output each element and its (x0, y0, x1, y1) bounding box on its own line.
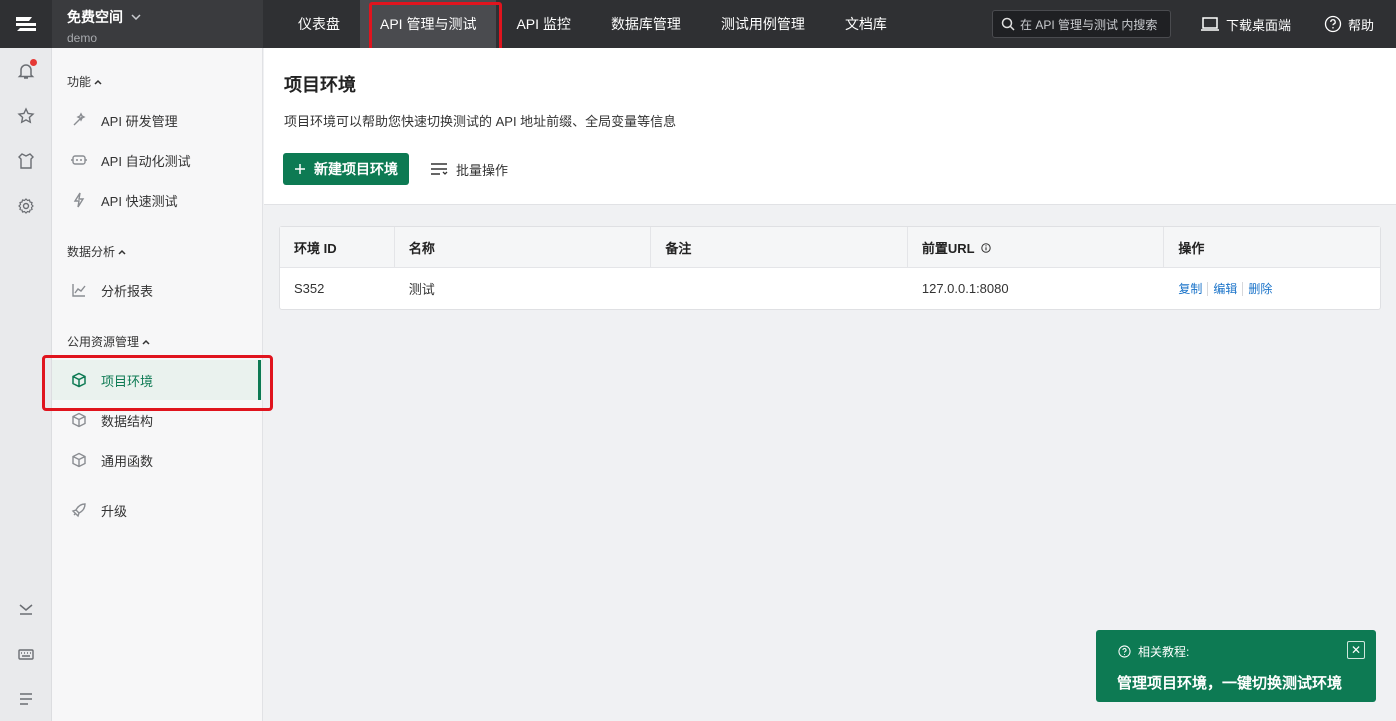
plus-icon (295, 164, 305, 174)
page-description: 项目环境可以帮助您快速切换测试的 API 地址前缀、全局变量等信息 (284, 114, 677, 129)
keyboard-icon[interactable] (13, 641, 39, 667)
nav-dashboard[interactable]: 仪表盘 (278, 0, 360, 48)
batch-operations-label: 批量操作 (456, 162, 509, 178)
sidebar-item-label: 项目环境 (101, 373, 154, 389)
robot-icon (70, 151, 88, 169)
help-icon (1324, 15, 1342, 33)
sidebar-item-api-dev[interactable]: API 研发管理 (52, 100, 263, 140)
page-header: 项目环境 项目环境可以帮助您快速切换测试的 API 地址前缀、全局变量等信息 新… (264, 48, 1396, 205)
lightning-icon (70, 191, 88, 209)
environments-table: 环境 ID 名称 备注 前置URL 操作 S352 测试 127.0.0.1:8… (279, 226, 1381, 310)
sidebar-item-upgrade[interactable]: 升级 (52, 490, 263, 530)
search-input[interactable]: 在 API 管理与测试 内搜索 (992, 10, 1171, 38)
rocket-icon (70, 501, 88, 519)
cube-icon (70, 411, 88, 429)
sidebar-item-label: 升级 (101, 503, 128, 519)
download-desktop-button[interactable]: 下载桌面端 (1200, 0, 1291, 48)
sidebar-item-label: API 自动化测试 (101, 153, 191, 169)
sidebar-item-functions[interactable]: 通用函数 (52, 440, 263, 480)
column-header-actions: 操作 (1178, 241, 1205, 256)
batch-operations-button[interactable]: 批量操作 (430, 153, 508, 185)
chevron-up-icon (142, 339, 150, 345)
table-row[interactable]: S352 测试 127.0.0.1:8080 复制 编辑 删除 (280, 268, 1380, 309)
toast-title: 管理项目环境，一键切换测试环境 (1117, 675, 1343, 692)
copy-link[interactable]: 复制 (1178, 280, 1202, 297)
sidebar-item-data-structure[interactable]: 数据结构 (52, 400, 263, 440)
nav-docs[interactable]: 文档库 (825, 0, 907, 48)
cell-note (651, 268, 908, 309)
edit-link[interactable]: 编辑 (1213, 280, 1237, 297)
cube-icon (70, 451, 88, 469)
workspace-name: 免费空间 (67, 9, 123, 25)
notification-bell-icon[interactable] (13, 58, 39, 84)
wand-icon (70, 111, 88, 129)
group-analytics[interactable]: 数据分析 (67, 243, 126, 260)
sidebar-item-reports[interactable]: 分析报表 (52, 270, 263, 310)
laptop-icon (1201, 17, 1219, 31)
top-bar: 免费空间 demo 仪表盘 API 管理与测试 API 监控 数据库管理 测试用… (52, 0, 1396, 52)
menu-icon[interactable] (13, 686, 39, 712)
notification-dot (30, 59, 37, 66)
search-icon (1001, 17, 1015, 31)
divider (1242, 281, 1244, 296)
sidebar-item-project-env[interactable]: 项目环境 (42, 355, 273, 411)
sidebar-item-api-quick-test[interactable]: API 快速测试 (52, 180, 263, 220)
new-environment-button[interactable]: 新建项目环境 (283, 153, 409, 185)
search-placeholder: 在 API 管理与测试 内搜索 (1020, 17, 1158, 32)
cube-icon (70, 371, 88, 389)
sidebar-item-api-automation[interactable]: API 自动化测试 (52, 140, 263, 180)
collapse-down-icon[interactable] (13, 596, 39, 622)
group-shared-label: 公用资源管理 (67, 335, 140, 349)
column-header-note: 备注 (651, 227, 908, 268)
list-edit-icon (431, 163, 448, 175)
shirt-icon[interactable] (13, 148, 39, 174)
app-logo-icon[interactable] (0, 0, 52, 48)
nav-api-monitor[interactable]: API 监控 (496, 0, 590, 48)
tutorial-toast[interactable]: 相关教程: 管理项目环境，一键切换测试环境 ✕ (1096, 630, 1376, 702)
sidebar-item-label: API 快速测试 (101, 193, 178, 209)
chevron-down-icon (131, 14, 141, 20)
group-analytics-label: 数据分析 (67, 245, 116, 259)
group-features[interactable]: 功能 (67, 73, 102, 90)
nav-api-management[interactable]: API 管理与测试 (360, 0, 503, 52)
workspace-sub: demo (67, 31, 98, 45)
cell-actions: 复制 编辑 删除 (1164, 268, 1380, 309)
nav-test-cases[interactable]: 测试用例管理 (701, 0, 825, 48)
divider (1207, 281, 1209, 296)
secondary-sidebar: 功能 API 研发管理 API 自动化测试 API 快速测试 数据分析 分析报表… (42, 48, 273, 721)
star-icon[interactable] (13, 103, 39, 129)
chevron-up-icon (94, 79, 102, 85)
info-icon[interactable] (980, 242, 991, 253)
sidebar-item-label: API 研发管理 (101, 113, 178, 129)
sidebar-item-label: 通用函数 (101, 453, 154, 469)
download-label: 下载桌面端 (1226, 17, 1292, 33)
sidebar-item-label: 分析报表 (101, 283, 154, 299)
toast-sub-label: 相关教程: (1138, 645, 1190, 659)
help-label: 帮助 (1348, 17, 1375, 33)
page-title: 项目环境 (284, 75, 356, 95)
cell-url: 127.0.0.1:8080 (921, 281, 1009, 296)
line-chart-icon (70, 281, 88, 299)
cell-name: 测试 (408, 282, 435, 297)
table-header-row: 环境 ID 名称 备注 前置URL 操作 (280, 227, 1380, 268)
main-nav: 仪表盘 API 管理与测试 API 监控 数据库管理 测试用例管理 文档库 (278, 0, 907, 52)
group-shared-resources[interactable]: 公用资源管理 (67, 333, 150, 350)
delete-link[interactable]: 删除 (1248, 280, 1272, 297)
nav-database[interactable]: 数据库管理 (591, 0, 701, 48)
help-button[interactable]: 帮助 (1324, 0, 1374, 48)
column-header-url: 前置URL (908, 227, 1165, 268)
group-features-label: 功能 (67, 75, 92, 89)
main-content: 项目环境 项目环境可以帮助您快速切换测试的 API 地址前缀、全局变量等信息 新… (264, 48, 1396, 721)
cell-id: S352 (294, 281, 325, 296)
close-icon[interactable]: ✕ (1347, 641, 1365, 659)
chevron-up-icon (118, 249, 126, 255)
new-environment-label: 新建项目环境 (314, 161, 398, 177)
gear-icon[interactable] (13, 193, 39, 219)
column-header-name: 名称 (395, 227, 652, 268)
help-icon (1118, 645, 1131, 658)
workspace-switcher[interactable]: 免费空间 demo (52, 0, 263, 48)
column-header-url-label: 前置URL (921, 241, 975, 256)
sidebar-item-label: 数据结构 (101, 413, 154, 429)
column-header-id: 环境 ID (280, 227, 395, 268)
